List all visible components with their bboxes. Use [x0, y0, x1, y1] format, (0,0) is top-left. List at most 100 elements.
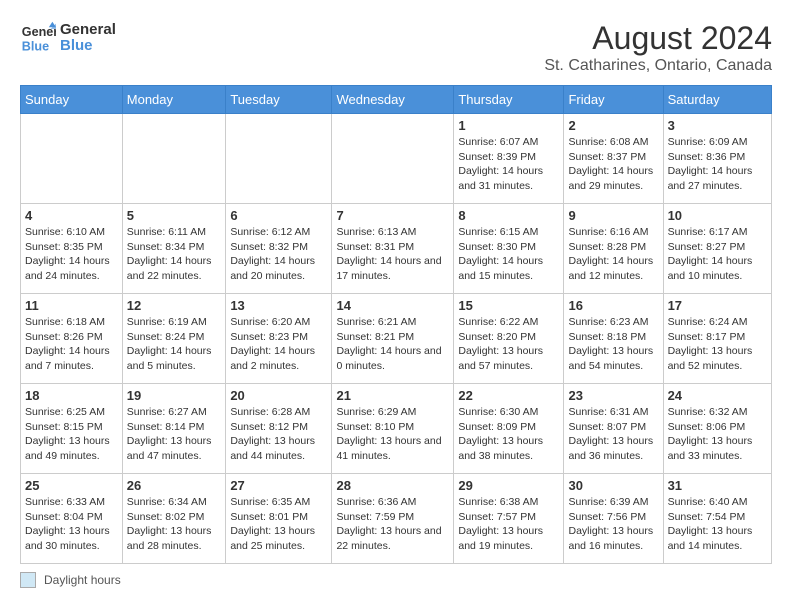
day-number: 18: [25, 388, 118, 403]
calendar-cell: 8 Sunrise: 6:15 AM Sunset: 8:30 PM Daylig…: [454, 204, 564, 294]
day-info: Sunrise: 6:13 AM Sunset: 8:31 PM Dayligh…: [336, 225, 449, 284]
calendar-cell: 22 Sunrise: 6:30 AM Sunset: 8:09 PM Dayli…: [454, 384, 564, 474]
header-tuesday: Tuesday: [226, 86, 332, 114]
calendar-cell: 18 Sunrise: 6:25 AM Sunset: 8:15 PM Dayli…: [21, 384, 123, 474]
day-info: Sunrise: 6:19 AM Sunset: 8:24 PM Dayligh…: [127, 315, 222, 374]
calendar-cell: [226, 114, 332, 204]
week-row-0: 1 Sunrise: 6:07 AM Sunset: 8:39 PM Daylig…: [21, 114, 772, 204]
day-number: 10: [668, 208, 767, 223]
legend-box: [20, 572, 36, 588]
calendar-cell: 12Sunrise: 6:19 AM Sunset: 8:24 PM Dayli…: [122, 294, 226, 384]
day-number: 6: [230, 208, 327, 223]
day-number: 22: [458, 388, 559, 403]
calendar-cell: 4 Sunrise: 6:10 AM Sunset: 8:35 PM Daylig…: [21, 204, 123, 294]
page-title: August 2024: [544, 20, 772, 57]
day-number: 1: [458, 118, 559, 133]
calendar-cell: 21Sunrise: 6:29 AM Sunset: 8:10 PM Dayli…: [332, 384, 454, 474]
week-row-4: 25 Sunrise: 6:33 AM Sunset: 8:04 PM Dayli…: [21, 474, 772, 564]
calendar-cell: 30Sunrise: 6:39 AM Sunset: 7:56 PM Dayli…: [564, 474, 663, 564]
calendar-cell: 26Sunrise: 6:34 AM Sunset: 8:02 PM Dayli…: [122, 474, 226, 564]
day-info: Sunrise: 6:23 AM Sunset: 8:18 PM Dayligh…: [568, 315, 658, 374]
logo-line1: General: [60, 22, 116, 39]
day-number: 15: [458, 298, 559, 313]
calendar-cell: 2 Sunrise: 6:08 AM Sunset: 8:37 PM Daylig…: [564, 114, 663, 204]
logo: General Blue General Blue: [20, 20, 116, 56]
day-info: Sunrise: 6:08 AM Sunset: 8:37 PM Dayligh…: [568, 135, 658, 194]
day-info: Sunrise: 6:39 AM Sunset: 7:56 PM Dayligh…: [568, 495, 658, 554]
day-number: 24: [668, 388, 767, 403]
day-info: Sunrise: 6:38 AM Sunset: 7:57 PM Dayligh…: [458, 495, 559, 554]
day-number: 7: [336, 208, 449, 223]
calendar-cell: 3 Sunrise: 6:09 AM Sunset: 8:36 PM Daylig…: [663, 114, 771, 204]
week-row-2: 11Sunrise: 6:18 AM Sunset: 8:26 PM Dayli…: [21, 294, 772, 384]
day-info: Sunrise: 6:32 AM Sunset: 8:06 PM Dayligh…: [668, 405, 767, 464]
day-number: 26: [127, 478, 222, 493]
calendar-table: SundayMondayTuesdayWednesdayThursdayFrid…: [20, 85, 772, 564]
day-info: Sunrise: 6:10 AM Sunset: 8:35 PM Dayligh…: [25, 225, 118, 284]
day-info: Sunrise: 6:16 AM Sunset: 8:28 PM Dayligh…: [568, 225, 658, 284]
day-info: Sunrise: 6:21 AM Sunset: 8:21 PM Dayligh…: [336, 315, 449, 374]
day-info: Sunrise: 6:07 AM Sunset: 8:39 PM Dayligh…: [458, 135, 559, 194]
header-friday: Friday: [564, 86, 663, 114]
calendar-cell: 24 Sunrise: 6:32 AM Sunset: 8:06 PM Dayli…: [663, 384, 771, 474]
legend: Daylight hours: [20, 572, 772, 588]
day-info: Sunrise: 6:09 AM Sunset: 8:36 PM Dayligh…: [668, 135, 767, 194]
day-info: Sunrise: 6:35 AM Sunset: 8:01 PM Dayligh…: [230, 495, 327, 554]
day-info: Sunrise: 6:30 AM Sunset: 8:09 PM Dayligh…: [458, 405, 559, 464]
day-info: Sunrise: 6:15 AM Sunset: 8:30 PM Dayligh…: [458, 225, 559, 284]
calendar-cell: [332, 114, 454, 204]
header-thursday: Thursday: [454, 86, 564, 114]
day-info: Sunrise: 6:11 AM Sunset: 8:34 PM Dayligh…: [127, 225, 222, 284]
calendar-cell: 20Sunrise: 6:28 AM Sunset: 8:12 PM Dayli…: [226, 384, 332, 474]
day-number: 19: [127, 388, 222, 403]
header-saturday: Saturday: [663, 86, 771, 114]
day-number: 14: [336, 298, 449, 313]
day-number: 8: [458, 208, 559, 223]
calendar-cell: 31 Sunrise: 6:40 AM Sunset: 7:54 PM Dayli…: [663, 474, 771, 564]
day-number: 23: [568, 388, 658, 403]
day-number: 28: [336, 478, 449, 493]
calendar-cell: 27 Sunrise: 6:35 AM Sunset: 8:01 PM Dayli…: [226, 474, 332, 564]
day-info: Sunrise: 6:17 AM Sunset: 8:27 PM Dayligh…: [668, 225, 767, 284]
day-info: Sunrise: 6:40 AM Sunset: 7:54 PM Dayligh…: [668, 495, 767, 554]
day-number: 21: [336, 388, 449, 403]
title-block: August 2024 St. Catharines, Ontario, Can…: [544, 20, 772, 75]
calendar-cell: 13Sunrise: 6:20 AM Sunset: 8:23 PM Dayli…: [226, 294, 332, 384]
day-number: 13: [230, 298, 327, 313]
page-header: General Blue General Blue August 2024 St…: [20, 20, 772, 75]
calendar-cell: 1 Sunrise: 6:07 AM Sunset: 8:39 PM Daylig…: [454, 114, 564, 204]
day-info: Sunrise: 6:28 AM Sunset: 8:12 PM Dayligh…: [230, 405, 327, 464]
calendar-cell: [21, 114, 123, 204]
calendar-cell: 15Sunrise: 6:22 AM Sunset: 8:20 PM Dayli…: [454, 294, 564, 384]
svg-text:General: General: [22, 25, 56, 39]
calendar-cell: 5 Sunrise: 6:11 AM Sunset: 8:34 PM Daylig…: [122, 204, 226, 294]
day-number: 27: [230, 478, 327, 493]
logo-icon: General Blue: [20, 20, 56, 56]
day-number: 2: [568, 118, 658, 133]
header-monday: Monday: [122, 86, 226, 114]
calendar-cell: 23Sunrise: 6:31 AM Sunset: 8:07 PM Dayli…: [564, 384, 663, 474]
day-info: Sunrise: 6:27 AM Sunset: 8:14 PM Dayligh…: [127, 405, 222, 464]
calendar-cell: 16Sunrise: 6:23 AM Sunset: 8:18 PM Dayli…: [564, 294, 663, 384]
calendar-cell: 11Sunrise: 6:18 AM Sunset: 8:26 PM Dayli…: [21, 294, 123, 384]
calendar-cell: 19 Sunrise: 6:27 AM Sunset: 8:14 PM Dayli…: [122, 384, 226, 474]
header-wednesday: Wednesday: [332, 86, 454, 114]
calendar-cell: 9Sunrise: 6:16 AM Sunset: 8:28 PM Daylig…: [564, 204, 663, 294]
day-number: 25: [25, 478, 118, 493]
day-info: Sunrise: 6:25 AM Sunset: 8:15 PM Dayligh…: [25, 405, 118, 464]
calendar-cell: 14 Sunrise: 6:21 AM Sunset: 8:21 PM Dayli…: [332, 294, 454, 384]
calendar-cell: 6Sunrise: 6:12 AM Sunset: 8:32 PM Daylig…: [226, 204, 332, 294]
week-row-1: 4 Sunrise: 6:10 AM Sunset: 8:35 PM Daylig…: [21, 204, 772, 294]
calendar-cell: 29Sunrise: 6:38 AM Sunset: 7:57 PM Dayli…: [454, 474, 564, 564]
day-info: Sunrise: 6:33 AM Sunset: 8:04 PM Dayligh…: [25, 495, 118, 554]
day-info: Sunrise: 6:24 AM Sunset: 8:17 PM Dayligh…: [668, 315, 767, 374]
calendar-cell: 25 Sunrise: 6:33 AM Sunset: 8:04 PM Dayli…: [21, 474, 123, 564]
day-number: 31: [668, 478, 767, 493]
calendar-cell: 17Sunrise: 6:24 AM Sunset: 8:17 PM Dayli…: [663, 294, 771, 384]
day-number: 3: [668, 118, 767, 133]
logo-line2: Blue: [60, 38, 116, 55]
calendar-cell: [122, 114, 226, 204]
calendar-header-row: SundayMondayTuesdayWednesdayThursdayFrid…: [21, 86, 772, 114]
day-number: 4: [25, 208, 118, 223]
day-number: 5: [127, 208, 222, 223]
